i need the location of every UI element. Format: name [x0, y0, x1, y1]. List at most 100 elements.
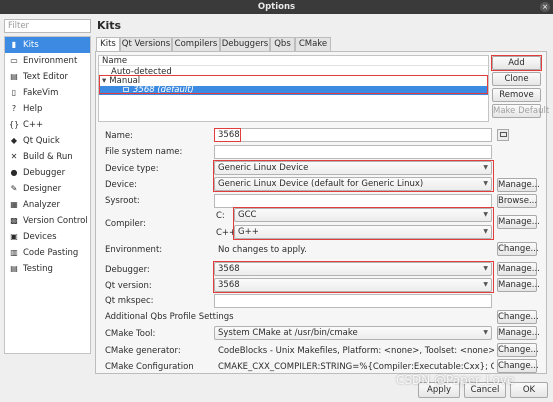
sysroot-browse-button[interactable]: Browse... — [497, 194, 537, 208]
tab-debuggers[interactable]: Debuggers — [220, 37, 270, 51]
sidebar: ▮ Kits ▭ Environment ▤ Text Editor ▯ FakeVim… — [4, 36, 91, 354]
kits-icon: ▮ — [11, 40, 17, 49]
fakevim-icon: ▯ — [11, 88, 17, 97]
cmake-generator-label: CMake generator: — [105, 346, 181, 356]
monitor-icon — [499, 132, 507, 137]
qt-version-label: Qt version: — [105, 281, 152, 291]
close-icon[interactable]: × — [540, 2, 550, 12]
tab-kits[interactable]: Kits — [96, 37, 120, 52]
analyzer-icon: ▦ — [10, 200, 18, 209]
sidebar-item-label: Help — [23, 104, 43, 114]
compiler-cpp-combo[interactable]: G++ ▼ — [234, 225, 492, 239]
sidebar-item-designer[interactable]: ✎ Designer — [5, 181, 90, 197]
tab-qt-versions[interactable]: Qt Versions — [120, 37, 172, 51]
build-run-icon: ✕ — [10, 152, 18, 161]
window-titlebar: Options × — [0, 0, 553, 14]
ok-button[interactable]: OK — [510, 382, 548, 398]
designer-icon: ✎ — [10, 184, 18, 193]
sidebar-item-code-pasting[interactable]: ▥ Code Pasting — [5, 245, 90, 261]
page-title: Kits — [97, 19, 122, 32]
device-type-combo[interactable]: Generic Linux Device ▼ — [214, 161, 492, 175]
name-label: Name: — [105, 131, 133, 141]
tree-row-kit-3568[interactable]: 3568 (default) — [99, 86, 488, 95]
version-control-icon: ▩ — [10, 216, 18, 225]
chevron-down-icon[interactable]: ▾ — [102, 76, 106, 86]
sidebar-item-build-run[interactable]: ✕ Build & Run — [5, 149, 90, 165]
cmake-config-change-button[interactable]: Change... — [497, 359, 539, 373]
device-icon-button[interactable] — [497, 129, 509, 141]
cmake-tool-manage-button[interactable]: Manage... — [497, 326, 540, 340]
device-manage-button[interactable]: Manage... — [497, 178, 540, 192]
environment-label: Environment: — [105, 245, 163, 255]
sidebar-item-label: Version Control — [23, 216, 88, 226]
fs-name-label: File system name: — [105, 147, 183, 157]
qt-mkspec-label: Qt mkspec: — [105, 296, 154, 306]
cmake-config-label: CMake Configuration — [105, 362, 194, 372]
sidebar-item-analyzer[interactable]: ▦ Analyzer — [5, 197, 90, 213]
device-type-value: Generic Linux Device — [218, 163, 309, 173]
cmake-generator-change-button[interactable]: Change... — [497, 343, 539, 357]
sidebar-item-qt-quick[interactable]: ◆ Qt Quick — [5, 133, 90, 149]
debugger-manage-button[interactable]: Manage... — [497, 262, 540, 276]
cmake-tool-combo[interactable]: System CMake at /usr/bin/cmake ▼ — [214, 326, 492, 340]
sysroot-field[interactable] — [214, 194, 492, 208]
tab-cmake[interactable]: CMake — [295, 37, 331, 51]
sidebar-item-label: Testing — [23, 264, 53, 274]
compiler-manage-button[interactable]: Manage... — [497, 215, 540, 229]
desktop-icon — [123, 87, 129, 92]
compiler-c-label: C: — [216, 211, 225, 221]
sidebar-item-text-editor[interactable]: ▤ Text Editor — [5, 69, 90, 85]
sidebar-item-testing[interactable]: ▤ Testing — [5, 261, 90, 277]
qbs-change-button[interactable]: Change... — [497, 310, 539, 324]
name-field[interactable]: 3568 — [214, 128, 492, 142]
add-button[interactable]: Add — [492, 56, 541, 70]
kits-tree[interactable]: Name Auto-detected ▾ Manual 3568 (default… — [98, 55, 489, 122]
chevron-down-icon: ▼ — [483, 281, 488, 288]
sidebar-item-label: FakeVim — [23, 88, 59, 98]
sidebar-item-label: Build & Run — [23, 152, 73, 162]
debugger-combo[interactable]: 3568 ▼ — [214, 262, 492, 276]
qt-version-combo[interactable]: 3568 ▼ — [214, 278, 492, 292]
compiler-c-combo[interactable]: GCC ▼ — [234, 208, 492, 222]
sidebar-item-help[interactable]: ? Help — [5, 101, 90, 117]
sidebar-item-label: Analyzer — [23, 200, 60, 210]
tree-row-auto-detected[interactable]: Auto-detected — [99, 68, 488, 77]
sidebar-item-debugger[interactable]: ● Debugger — [5, 165, 90, 181]
help-icon: ? — [11, 104, 17, 113]
sidebar-item-label: Designer — [23, 184, 62, 194]
sidebar-item-kits[interactable]: ▮ Kits — [5, 37, 90, 53]
sidebar-item-label: Kits — [23, 40, 39, 50]
tab-compilers[interactable]: Compilers — [172, 37, 220, 51]
compiler-cpp-value: G++ — [238, 227, 259, 237]
watermark: CSDN @Paper_Love — [396, 373, 515, 387]
sidebar-item-version-control[interactable]: ▩ Version Control — [5, 213, 90, 229]
environment-change-button[interactable]: Change... — [497, 242, 539, 256]
sidebar-item-devices[interactable]: ▣ Devices — [5, 229, 90, 245]
chevron-down-icon: ▼ — [483, 265, 488, 272]
sidebar-item-fakevim[interactable]: ▯ FakeVim — [5, 85, 90, 101]
sidebar-item-cpp[interactable]: {} C++ — [5, 117, 90, 133]
debugger-label: Debugger: — [105, 265, 150, 275]
testing-icon: ▤ — [10, 264, 18, 273]
cmake-tool-label: CMake Tool: — [105, 329, 156, 339]
device-combo[interactable]: Generic Linux Device (default for Generi… — [214, 177, 492, 191]
sysroot-label: Sysroot: — [105, 196, 140, 206]
qt-mkspec-field[interactable] — [214, 294, 492, 308]
sidebar-item-label: Code Pasting — [23, 248, 79, 258]
compiler-c-value: GCC — [238, 210, 257, 220]
make-default-button[interactable]: Make Default — [492, 104, 549, 118]
fs-name-field[interactable] — [214, 145, 492, 159]
device-label: Device: — [105, 180, 137, 190]
tab-qbs[interactable]: Qbs — [270, 37, 295, 51]
sidebar-item-label: Environment — [23, 56, 78, 66]
remove-button[interactable]: Remove — [492, 88, 541, 102]
sidebar-item-environment[interactable]: ▭ Environment — [5, 53, 90, 69]
filter-input[interactable]: Filter — [4, 19, 91, 33]
sidebar-item-label: Qt Quick — [23, 136, 60, 146]
sidebar-item-label: Text Editor — [23, 72, 69, 82]
qt-version-manage-button[interactable]: Manage... — [497, 278, 540, 292]
qt-version-value: 3568 — [218, 280, 240, 290]
qt-quick-icon: ◆ — [10, 136, 18, 145]
clone-button[interactable]: Clone — [492, 72, 541, 86]
qbs-settings-label: Additional Qbs Profile Settings — [105, 312, 234, 322]
